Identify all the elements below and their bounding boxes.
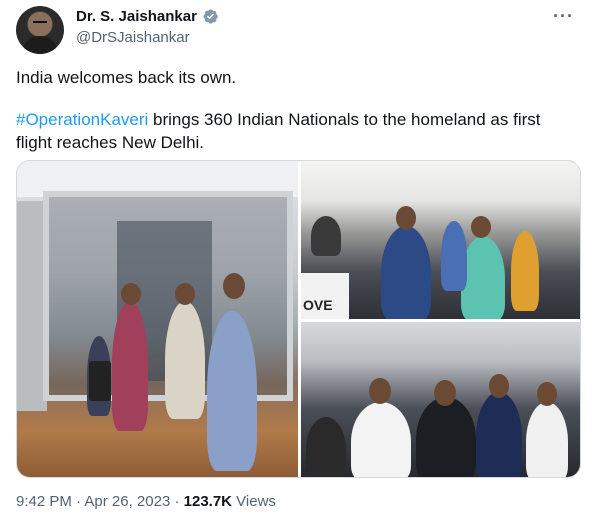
luggage bbox=[89, 361, 111, 401]
author-name-row: Dr. S. Jaishankar bbox=[76, 8, 219, 25]
photo-3[interactable] bbox=[301, 322, 580, 477]
meta-separator: · bbox=[71, 493, 85, 510]
person-head bbox=[434, 380, 456, 406]
photo-1[interactable] bbox=[17, 161, 298, 477]
tweet-text-line-1: India welcomes back its own. bbox=[16, 68, 237, 87]
person bbox=[476, 392, 522, 477]
person bbox=[511, 231, 539, 311]
meta-separator: · bbox=[170, 493, 184, 510]
person-head bbox=[121, 283, 141, 305]
avatar[interactable] bbox=[16, 6, 64, 54]
person bbox=[112, 301, 148, 431]
views-label: Views bbox=[232, 493, 276, 510]
person bbox=[526, 402, 568, 477]
tweet-time[interactable]: 9:42 PM bbox=[16, 493, 72, 510]
person-head bbox=[489, 374, 509, 398]
tweet: Dr. S. Jaishankar @DrSJaishankar ··· Ind… bbox=[0, 0, 592, 523]
person bbox=[461, 236, 505, 319]
person-head bbox=[537, 382, 557, 406]
tweet-date[interactable]: Apr 26, 2023 bbox=[84, 493, 170, 510]
person bbox=[165, 301, 205, 419]
person bbox=[381, 226, 431, 319]
avatar-shirt bbox=[24, 36, 56, 54]
person bbox=[351, 402, 411, 477]
tweet-meta: 9:42 PM · Apr 26, 2023 · 123.7K Views bbox=[16, 493, 276, 510]
media-grid: OVE bbox=[16, 160, 581, 478]
verified-badge-icon bbox=[203, 9, 218, 24]
author-handle[interactable]: @DrSJaishankar bbox=[76, 29, 190, 46]
photo-2[interactable]: OVE bbox=[301, 161, 580, 319]
person bbox=[441, 221, 467, 291]
avatar-glasses bbox=[33, 21, 47, 25]
person bbox=[311, 216, 341, 256]
author-name[interactable]: Dr. S. Jaishankar bbox=[76, 8, 197, 25]
person bbox=[306, 417, 346, 477]
tweet-text-paragraph: #OperationKaveri brings 360 Indian Natio… bbox=[16, 108, 576, 154]
person-head bbox=[369, 378, 391, 404]
sign: OVE bbox=[301, 273, 349, 319]
person-head bbox=[223, 273, 245, 299]
views-count: 123.7K bbox=[183, 493, 233, 510]
person-head bbox=[175, 283, 195, 305]
person bbox=[416, 397, 476, 477]
person-head bbox=[471, 216, 491, 238]
person-head bbox=[396, 206, 416, 230]
more-options-icon[interactable]: ··· bbox=[553, 6, 574, 27]
person bbox=[207, 311, 257, 471]
hashtag-link[interactable]: #OperationKaveri bbox=[16, 110, 148, 129]
